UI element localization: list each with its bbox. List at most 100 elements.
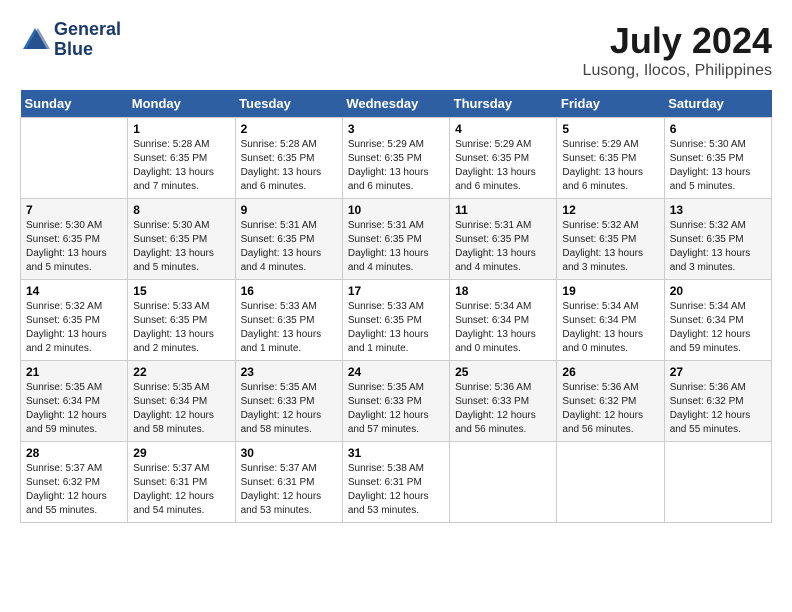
day-cell: 19Sunrise: 5:34 AM Sunset: 6:34 PM Dayli… [557, 280, 664, 361]
day-info: Sunrise: 5:29 AM Sunset: 6:35 PM Dayligh… [455, 138, 551, 194]
day-number: 14 [26, 284, 122, 298]
day-number: 16 [241, 284, 337, 298]
day-info: Sunrise: 5:28 AM Sunset: 6:35 PM Dayligh… [241, 138, 337, 194]
day-cell: 20 Sunrise: 5:34 AM Sunset: 6:34 PM Dayli… [664, 280, 771, 361]
day-number: 4 [455, 122, 551, 136]
day-cell: 3 Sunrise: 5:29 AM Sunset: 6:35 PM Daylig… [342, 118, 449, 199]
day-cell: 15 Sunrise: 5:33 AM Sunset: 6:35 PM Dayli… [128, 280, 235, 361]
day-info: Sunrise: 5:32 AM Sunset: 6:35 PM Dayligh… [670, 219, 766, 275]
day-info: Sunrise: 5:38 AM Sunset: 6:31 PM Dayligh… [348, 462, 444, 518]
day-number: 7 [26, 203, 122, 217]
day-info: Sunrise: 5:28 AM Sunset: 6:35 PM Dayligh… [133, 138, 229, 194]
day-number: 25 [455, 365, 551, 379]
day-number: 6 [670, 122, 766, 136]
day-cell [21, 118, 128, 199]
day-info: Sunrise: 5:34 AM Sunset: 6:34 PM Dayligh… [670, 300, 766, 356]
calendar-table: SundayMondayTuesdayWednesdayThursdayFrid… [20, 90, 772, 523]
day-number: 3 [348, 122, 444, 136]
day-cell [450, 442, 557, 523]
day-cell: 12 Sunrise: 5:32 AM Sunset: 6:35 PM Dayli… [557, 199, 664, 280]
day-cell: 29Sunrise: 5:37 AM Sunset: 6:31 PM Dayli… [128, 442, 235, 523]
day-number: 5 [562, 122, 658, 136]
day-cell: 21 Sunrise: 5:35 AM Sunset: 6:34 PM Dayli… [21, 361, 128, 442]
day-number: 13 [670, 203, 766, 217]
col-header-tuesday: Tuesday [235, 90, 342, 118]
day-number: 11 [455, 203, 551, 217]
day-info: Sunrise: 5:32 AM Sunset: 6:35 PM Dayligh… [562, 219, 658, 275]
day-number: 26 [562, 365, 658, 379]
day-info: Sunrise: 5:36 AM Sunset: 6:32 PM Dayligh… [670, 381, 766, 437]
day-number: 31 [348, 446, 444, 460]
day-cell: 22Sunrise: 5:35 AM Sunset: 6:34 PM Dayli… [128, 361, 235, 442]
day-number: 29 [133, 446, 229, 460]
day-info: Sunrise: 5:33 AM Sunset: 6:35 PM Dayligh… [133, 300, 229, 356]
col-header-sunday: Sunday [21, 90, 128, 118]
day-number: 30 [241, 446, 337, 460]
day-number: 2 [241, 122, 337, 136]
day-number: 19 [562, 284, 658, 298]
day-info: Sunrise: 5:36 AM Sunset: 6:32 PM Dayligh… [562, 381, 658, 437]
header-row: SundayMondayTuesdayWednesdayThursdayFrid… [21, 90, 772, 118]
week-row-3: 14 Sunrise: 5:32 AM Sunset: 6:35 PM Dayli… [21, 280, 772, 361]
logo-text: General Blue [54, 20, 121, 60]
day-info: Sunrise: 5:35 AM Sunset: 6:33 PM Dayligh… [241, 381, 337, 437]
day-info: Sunrise: 5:31 AM Sunset: 6:35 PM Dayligh… [241, 219, 337, 275]
day-cell [557, 442, 664, 523]
day-cell: 18 Sunrise: 5:34 AM Sunset: 6:34 PM Dayli… [450, 280, 557, 361]
day-cell: 17Sunrise: 5:33 AM Sunset: 6:35 PM Dayli… [342, 280, 449, 361]
col-header-thursday: Thursday [450, 90, 557, 118]
day-number: 20 [670, 284, 766, 298]
col-header-friday: Friday [557, 90, 664, 118]
day-info: Sunrise: 5:30 AM Sunset: 6:35 PM Dayligh… [670, 138, 766, 194]
day-number: 15 [133, 284, 229, 298]
day-number: 23 [241, 365, 337, 379]
day-number: 10 [348, 203, 444, 217]
day-cell: 7 Sunrise: 5:30 AM Sunset: 6:35 PM Daylig… [21, 199, 128, 280]
week-row-2: 7 Sunrise: 5:30 AM Sunset: 6:35 PM Daylig… [21, 199, 772, 280]
day-number: 12 [562, 203, 658, 217]
day-number: 17 [348, 284, 444, 298]
day-info: Sunrise: 5:35 AM Sunset: 6:33 PM Dayligh… [348, 381, 444, 437]
day-info: Sunrise: 5:35 AM Sunset: 6:34 PM Dayligh… [26, 381, 122, 437]
day-cell: 16 Sunrise: 5:33 AM Sunset: 6:35 PM Dayli… [235, 280, 342, 361]
day-cell: 6 Sunrise: 5:30 AM Sunset: 6:35 PM Daylig… [664, 118, 771, 199]
week-row-5: 28 Sunrise: 5:37 AM Sunset: 6:32 PM Dayli… [21, 442, 772, 523]
day-info: Sunrise: 5:31 AM Sunset: 6:35 PM Dayligh… [348, 219, 444, 275]
day-number: 28 [26, 446, 122, 460]
day-info: Sunrise: 5:33 AM Sunset: 6:35 PM Dayligh… [241, 300, 337, 356]
day-info: Sunrise: 5:31 AM Sunset: 6:35 PM Dayligh… [455, 219, 551, 275]
day-cell: 4 Sunrise: 5:29 AM Sunset: 6:35 PM Daylig… [450, 118, 557, 199]
day-cell: 24 Sunrise: 5:35 AM Sunset: 6:33 PM Dayli… [342, 361, 449, 442]
day-info: Sunrise: 5:36 AM Sunset: 6:33 PM Dayligh… [455, 381, 551, 437]
day-cell: 23 Sunrise: 5:35 AM Sunset: 6:33 PM Dayli… [235, 361, 342, 442]
day-cell: 31 Sunrise: 5:38 AM Sunset: 6:31 PM Dayli… [342, 442, 449, 523]
week-row-4: 21 Sunrise: 5:35 AM Sunset: 6:34 PM Dayli… [21, 361, 772, 442]
location: Lusong, Ilocos, Philippines [583, 62, 772, 80]
day-number: 22 [133, 365, 229, 379]
page-header: General Blue July 2024 Lusong, Ilocos, P… [20, 20, 772, 80]
day-info: Sunrise: 5:32 AM Sunset: 6:35 PM Dayligh… [26, 300, 122, 356]
day-cell: 25 Sunrise: 5:36 AM Sunset: 6:33 PM Dayli… [450, 361, 557, 442]
day-cell: 11 Sunrise: 5:31 AM Sunset: 6:35 PM Dayli… [450, 199, 557, 280]
day-number: 8 [133, 203, 229, 217]
col-header-wednesday: Wednesday [342, 90, 449, 118]
col-header-monday: Monday [128, 90, 235, 118]
day-info: Sunrise: 5:29 AM Sunset: 6:35 PM Dayligh… [348, 138, 444, 194]
day-cell: 1 Sunrise: 5:28 AM Sunset: 6:35 PM Daylig… [128, 118, 235, 199]
logo: General Blue [20, 20, 121, 60]
day-cell: 5Sunrise: 5:29 AM Sunset: 6:35 PM Daylig… [557, 118, 664, 199]
day-number: 24 [348, 365, 444, 379]
day-number: 1 [133, 122, 229, 136]
day-number: 18 [455, 284, 551, 298]
day-cell [664, 442, 771, 523]
day-info: Sunrise: 5:37 AM Sunset: 6:32 PM Dayligh… [26, 462, 122, 518]
week-row-1: 1 Sunrise: 5:28 AM Sunset: 6:35 PM Daylig… [21, 118, 772, 199]
day-info: Sunrise: 5:37 AM Sunset: 6:31 PM Dayligh… [241, 462, 337, 518]
day-number: 21 [26, 365, 122, 379]
day-cell: 28 Sunrise: 5:37 AM Sunset: 6:32 PM Dayli… [21, 442, 128, 523]
day-info: Sunrise: 5:34 AM Sunset: 6:34 PM Dayligh… [455, 300, 551, 356]
month-title: July 2024 [583, 20, 772, 62]
day-info: Sunrise: 5:30 AM Sunset: 6:35 PM Dayligh… [26, 219, 122, 275]
title-block: July 2024 Lusong, Ilocos, Philippines [583, 20, 772, 80]
day-cell: 8Sunrise: 5:30 AM Sunset: 6:35 PM Daylig… [128, 199, 235, 280]
